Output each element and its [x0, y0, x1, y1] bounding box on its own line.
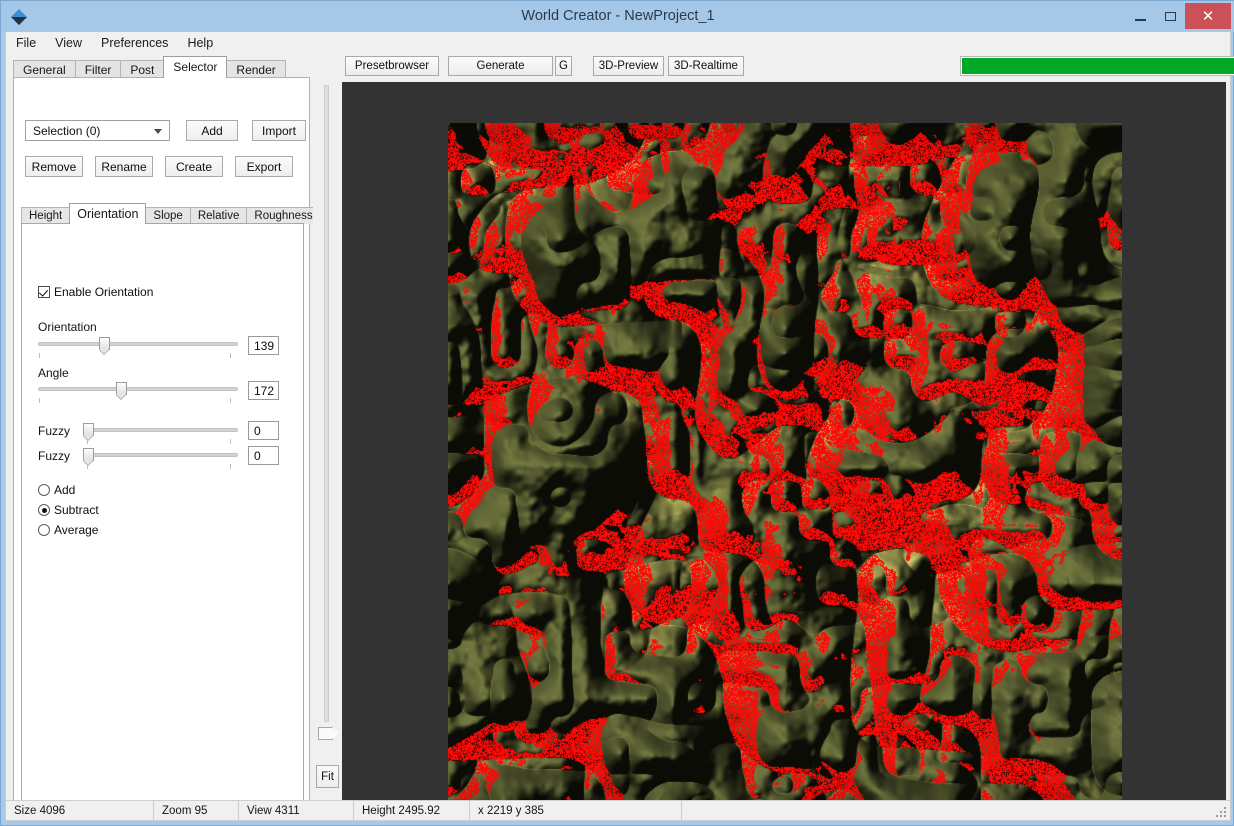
radio-subtract-label: Subtract — [54, 503, 99, 517]
fuzzy-1-slider-track[interactable] — [86, 428, 238, 432]
export-button[interactable]: Export — [235, 156, 293, 177]
radio-add-label: Add — [54, 483, 75, 497]
selection-row: Selection (0) Add Import — [25, 120, 306, 141]
import-selection-button[interactable]: Import — [252, 120, 306, 141]
subtab-roughness[interactable]: Roughness — [246, 207, 320, 224]
subtab-slope[interactable]: Slope — [145, 207, 190, 224]
resize-grip-icon[interactable] — [1215, 805, 1227, 817]
enable-orientation-row[interactable]: Enable Orientation — [38, 285, 153, 299]
selection-dropdown[interactable]: Selection (0) — [25, 120, 170, 141]
main-tab-strip: General Filter Post Selector Render — [13, 56, 285, 78]
radio-subtract-icon[interactable] — [38, 504, 50, 516]
status-size: Size 4096 — [6, 801, 154, 820]
radio-average-label: Average — [54, 523, 98, 537]
generate-shortcut-button[interactable]: G — [555, 56, 572, 76]
angle-slider-label: Angle — [38, 366, 69, 380]
viewport-zoom-column: Fit — [313, 77, 342, 819]
add-selection-button[interactable]: Add — [186, 120, 238, 141]
fuzzy-2-slider-handle[interactable] — [83, 448, 94, 461]
orientation-value-field[interactable]: 139 — [248, 336, 279, 355]
minimize-icon — [1135, 19, 1146, 21]
mode-radio-average[interactable]: Average — [38, 523, 98, 537]
enable-orientation-checkbox[interactable] — [38, 286, 50, 298]
window-title: World Creator - NewProject_1 — [1, 1, 1234, 32]
title-bar: World Creator - NewProject_1 ✕ — [1, 1, 1234, 32]
maximize-icon — [1165, 12, 1176, 21]
selector-sub-tab-strip: Height Orientation Slope Relative Roughn… — [21, 203, 320, 224]
orientation-slider-track[interactable] — [38, 342, 238, 346]
presetbrowser-button[interactable]: Presetbrowser — [345, 56, 439, 76]
window-controls: ✕ — [1125, 3, 1231, 29]
fuzzy-1-slider-handle[interactable] — [83, 423, 94, 436]
remove-button[interactable]: Remove — [25, 156, 83, 177]
slider-tick — [230, 353, 231, 358]
subtab-relative[interactable]: Relative — [190, 207, 248, 224]
menu-item-view[interactable]: View — [55, 34, 93, 52]
status-coordinates: x 2219 y 385 — [470, 801, 682, 820]
status-view: View 4311 — [239, 801, 354, 820]
fuzzy-1-label: Fuzzy — [38, 424, 70, 438]
tab-filter[interactable]: Filter — [75, 60, 122, 78]
fuzzy-2-label: Fuzzy — [38, 449, 70, 463]
chevron-down-icon — [154, 129, 162, 134]
status-height: Height 2495.92 — [354, 801, 470, 820]
enable-orientation-label: Enable Orientation — [54, 285, 153, 299]
fuzzy-2-value-field[interactable]: 0 — [248, 446, 279, 465]
status-empty — [682, 801, 1230, 820]
slider-tick — [87, 439, 88, 444]
tab-general[interactable]: General — [13, 60, 76, 78]
orientation-slider-handle[interactable] — [99, 337, 110, 350]
client-area: File View Preferences Help General Filte… — [5, 32, 1231, 821]
slider-tick — [87, 464, 88, 469]
menu-bar: File View Preferences Help — [6, 32, 1230, 54]
menu-item-help[interactable]: Help — [187, 34, 224, 52]
slider-tick — [230, 398, 231, 403]
generation-progress-fill — [962, 58, 1234, 74]
angle-value-field[interactable]: 172 — [248, 381, 279, 400]
terrain-canvas[interactable] — [448, 123, 1122, 813]
subtab-height[interactable]: Height — [21, 207, 70, 224]
fit-button[interactable]: Fit — [316, 765, 339, 788]
orientation-sub-panel: Enable Orientation Orientation 139 Angle… — [21, 223, 304, 812]
rename-button[interactable]: Rename — [95, 156, 153, 177]
status-zoom: Zoom 95 — [154, 801, 239, 820]
mode-radio-add[interactable]: Add — [38, 483, 75, 497]
application-window: World Creator - NewProject_1 ✕ File View… — [0, 0, 1234, 826]
slider-tick — [39, 353, 40, 358]
subtab-orientation[interactable]: Orientation — [69, 203, 146, 224]
angle-slider-handle[interactable] — [116, 382, 127, 395]
menu-item-preferences[interactable]: Preferences — [101, 34, 179, 52]
terrain-viewport[interactable] — [342, 82, 1226, 819]
slider-tick — [230, 464, 231, 469]
fuzzy-2-slider-track[interactable] — [86, 453, 238, 457]
radio-average-icon[interactable] — [38, 524, 50, 536]
selection-actions-row: Remove Rename Create Export — [25, 156, 293, 177]
mode-radio-subtract[interactable]: Subtract — [38, 503, 99, 517]
status-bar: Size 4096 Zoom 95 View 4311 Height 2495.… — [6, 800, 1230, 820]
create-button[interactable]: Create — [165, 156, 223, 177]
vertical-zoom-slider-handle[interactable] — [318, 727, 333, 740]
realtime-3d-button[interactable]: 3D-Realtime — [668, 56, 744, 76]
tab-render[interactable]: Render — [226, 60, 285, 78]
slider-tick — [39, 398, 40, 403]
selector-panel: Selection (0) Add Import Remove Rename C… — [13, 77, 310, 819]
fuzzy-1-value-field[interactable]: 0 — [248, 421, 279, 440]
angle-slider-track[interactable] — [38, 387, 238, 391]
preview-3d-button[interactable]: 3D-Preview — [593, 56, 664, 76]
vertical-zoom-slider-track[interactable] — [324, 85, 329, 722]
close-button[interactable]: ✕ — [1185, 3, 1231, 29]
orientation-slider-label: Orientation — [38, 320, 97, 334]
generation-progress-bar — [960, 56, 1234, 76]
slider-tick — [230, 439, 231, 444]
maximize-button[interactable] — [1155, 3, 1185, 29]
selection-dropdown-value: Selection (0) — [33, 124, 100, 138]
tab-post[interactable]: Post — [120, 60, 164, 78]
generate-button[interactable]: Generate — [448, 56, 553, 76]
terrain-preview-image[interactable] — [448, 123, 1122, 813]
main-toolbar: Presetbrowser Generate G 3D-Preview 3D-R… — [342, 56, 1228, 78]
minimize-button[interactable] — [1125, 3, 1155, 29]
tab-selector[interactable]: Selector — [163, 56, 227, 78]
menu-item-file[interactable]: File — [16, 34, 47, 52]
radio-add-icon[interactable] — [38, 484, 50, 496]
